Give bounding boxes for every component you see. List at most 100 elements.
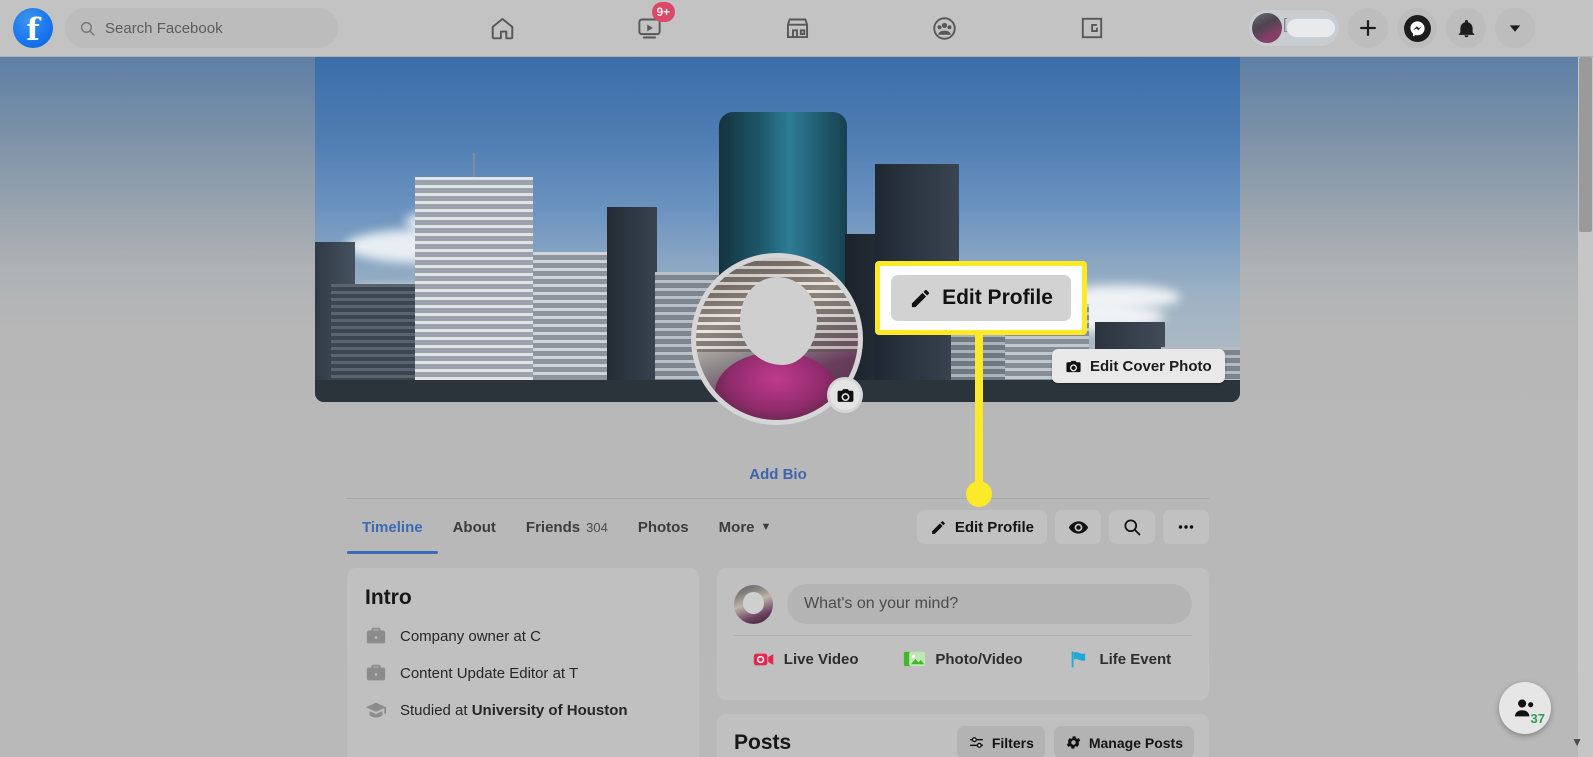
avatar[interactable] [734, 584, 773, 624]
notifications-button[interactable] [1446, 8, 1486, 48]
scrollbar-thumb[interactable] [1579, 57, 1592, 232]
page-scrollbar[interactable] [1578, 43, 1593, 757]
search-profile-button[interactable] [1109, 510, 1155, 544]
top-navigation-bar: Search Facebook 9+ [0, 0, 1593, 57]
pencil-icon [931, 520, 945, 534]
search-icon [80, 21, 95, 36]
filters-sliders-icon [969, 737, 983, 748]
edit-profile-callout: Edit Profile [875, 261, 1087, 335]
intro-item-text: Studied at University of Houston [400, 701, 628, 719]
tab-friends-label: Friends [525, 518, 581, 536]
gaming-icon [1081, 17, 1103, 39]
messenger-button[interactable] [1397, 8, 1437, 48]
profile-picture[interactable] [691, 253, 863, 425]
home-icon [491, 17, 513, 39]
manage-posts-label: Manage Posts [1088, 734, 1183, 751]
profile-tabs: Timeline About Friends 304 Photos More ▼… [347, 503, 1209, 554]
photo-video-label: Photo/Video [935, 650, 1023, 668]
intro-item-text: Company owner at C [400, 627, 541, 645]
edit-profile-button[interactable]: Edit Profile [916, 510, 1047, 544]
add-bio-link[interactable]: Add Bio [0, 466, 1556, 483]
intro-item-education: Studied at University of Houston [365, 699, 681, 721]
intro-title: Intro [365, 586, 412, 609]
create-button[interactable] [1348, 8, 1388, 48]
briefcase-icon [366, 664, 386, 681]
marketplace-storefront-icon [786, 18, 808, 38]
profile-name-button[interactable] [1249, 10, 1339, 46]
posts-card: Posts Filters Manage Posts [717, 714, 1209, 757]
pencil-icon [911, 289, 930, 307]
profile-divider [347, 498, 1209, 499]
callout-target-dot [966, 481, 992, 507]
composer-input[interactable]: What's on your mind? [787, 584, 1192, 624]
nav-marketplace[interactable] [742, 4, 852, 52]
profile-action-buttons: Edit Profile [916, 510, 1209, 544]
search-icon [1124, 519, 1141, 536]
video-badge: 9+ [651, 2, 675, 22]
tab-photos[interactable]: Photos [623, 503, 704, 551]
edit-profile-picture-button[interactable] [827, 377, 863, 413]
main-nav-links: 9+ [447, 0, 1147, 56]
view-as-button[interactable] [1055, 510, 1101, 544]
facebook-logo-icon[interactable] [13, 8, 53, 50]
search-input[interactable]: Search Facebook [65, 8, 338, 48]
intro-card: Intro Company owner at C Content Update … [347, 568, 699, 757]
nav-groups[interactable] [890, 4, 1000, 52]
callout-label: Edit Profile [942, 286, 1053, 309]
life-event-flag-icon [1072, 651, 1086, 667]
briefcase-icon [366, 627, 386, 644]
chevron-down-icon [1509, 25, 1521, 32]
gear-icon [1066, 736, 1081, 749]
edit-cover-photo-button[interactable]: Edit Cover Photo [1052, 349, 1225, 383]
plus-icon [1360, 20, 1376, 36]
manage-posts-button[interactable]: Manage Posts [1053, 726, 1194, 757]
intro-item-work-1: Company owner at C [365, 625, 681, 647]
filters-button[interactable]: Filters [956, 726, 1045, 757]
contacts-count-badge: 37 [1530, 711, 1545, 726]
ellipsis-icon [1178, 525, 1194, 529]
tab-photos-label: Photos [637, 518, 689, 536]
contacts-button[interactable]: 37 [1499, 682, 1551, 734]
more-options-button[interactable] [1163, 510, 1209, 544]
account-controls [1249, 0, 1535, 56]
nav-video[interactable]: 9+ [595, 2, 705, 52]
live-video-button[interactable]: Live Video [727, 639, 884, 679]
tab-about[interactable]: About [438, 503, 511, 551]
camera-icon [1066, 360, 1081, 372]
composer-top-row: What's on your mind? [717, 568, 1209, 624]
building [607, 207, 657, 402]
intro-item-work-2: Content Update Editor at T [365, 662, 681, 684]
photo-video-button[interactable]: Photo/Video [884, 639, 1041, 679]
tab-about-label: About [452, 518, 496, 536]
facebook-profile-page: Edit Cover Photo Edit Profile Add Bio Ti… [0, 0, 1593, 757]
bell-icon [1458, 19, 1474, 37]
composer-actions: Live Video Photo/Video Life Event [717, 636, 1209, 682]
tab-more[interactable]: More ▼ [704, 503, 787, 551]
life-event-button[interactable]: Life Event [1042, 639, 1199, 679]
posts-header: Posts Filters Manage Posts [717, 714, 1209, 757]
posts-title: Posts [734, 730, 792, 754]
live-video-icon [753, 653, 774, 665]
nav-home[interactable] [447, 4, 557, 52]
life-event-label: Life Event [1099, 650, 1172, 668]
post-composer-card: What's on your mind? Live Video Photo/Vi… [717, 568, 1209, 700]
redacted-profile-name [1283, 16, 1335, 37]
filters-label: Filters [991, 734, 1034, 751]
chevron-down-icon[interactable]: ▼ [1571, 735, 1583, 749]
tab-friends-count: 304 [586, 519, 608, 535]
live-video-label: Live Video [783, 650, 859, 668]
chevron-down-icon: ▼ [760, 521, 772, 533]
tab-more-label: More [718, 518, 755, 536]
account-menu-button[interactable] [1495, 8, 1535, 48]
tab-friends[interactable]: Friends 304 [511, 503, 623, 551]
messenger-icon [1403, 14, 1431, 42]
building [415, 177, 533, 402]
tab-timeline[interactable]: Timeline [347, 503, 438, 554]
nav-gaming[interactable] [1037, 4, 1147, 52]
graduation-cap-icon [365, 702, 387, 718]
camera-icon [837, 388, 853, 402]
composer-placeholder: What's on your mind? [804, 595, 959, 612]
avatar [1252, 13, 1282, 43]
callout-edit-profile-button[interactable]: Edit Profile [891, 275, 1071, 321]
add-bio-label: Add Bio [749, 466, 807, 483]
